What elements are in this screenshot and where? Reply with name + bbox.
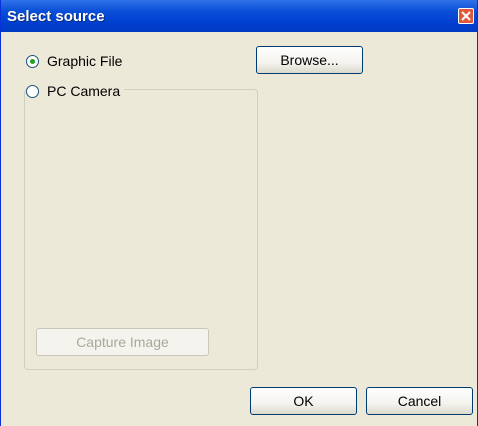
close-icon bbox=[461, 11, 471, 21]
close-button[interactable] bbox=[458, 8, 474, 24]
graphic-file-option[interactable]: Graphic File bbox=[26, 51, 122, 71]
title-bar[interactable]: Select source bbox=[1, 0, 477, 32]
graphic-file-radio[interactable] bbox=[26, 54, 39, 68]
dialog-title: Select source bbox=[7, 8, 105, 25]
capture-image-button: Capture Image bbox=[36, 328, 209, 356]
browse-button[interactable]: Browse... bbox=[256, 46, 363, 74]
pc-camera-option[interactable]: PC Camera bbox=[26, 81, 125, 101]
select-source-dialog: Select source Graphic File PC Camera Bro… bbox=[0, 0, 478, 426]
pc-camera-radio[interactable] bbox=[26, 84, 39, 98]
cancel-button[interactable]: Cancel bbox=[366, 387, 473, 415]
pc-camera-label[interactable]: PC Camera bbox=[47, 83, 120, 99]
graphic-file-label[interactable]: Graphic File bbox=[47, 53, 122, 69]
ok-button[interactable]: OK bbox=[250, 387, 357, 415]
